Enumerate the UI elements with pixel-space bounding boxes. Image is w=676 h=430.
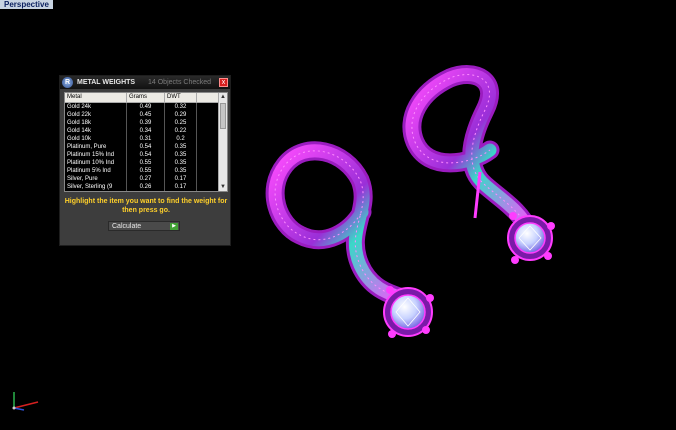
table-row[interactable]: Gold 24k 0.49 0.32 [65, 103, 227, 111]
cell-extra [197, 127, 219, 135]
earring-right-model[interactable] [402, 65, 555, 264]
table-body: Gold 24k 0.49 0.32 Gold 22k 0.45 0.29 Gold 18k… [65, 103, 227, 191]
cell-metal: Silver, Pure [65, 175, 127, 183]
cell-grams: 0.27 [127, 175, 165, 183]
cell-grams: 0.55 [127, 159, 165, 167]
cell-extra [197, 159, 219, 167]
cell-metal: Gold 14k [65, 127, 127, 135]
table-row[interactable]: Silver, Pure 0.27 0.17 [65, 175, 227, 183]
table-row[interactable]: Gold 18k 0.39 0.25 [65, 119, 227, 127]
cell-grams: 0.55 [127, 167, 165, 175]
table-row[interactable]: Gold 14k 0.34 0.22 [65, 127, 227, 135]
viewport-label[interactable]: Perspective [0, 0, 53, 9]
axis-tripod-icon [12, 392, 39, 411]
cell-dwt: 0.32 [165, 103, 197, 111]
column-header-grams[interactable]: Grams [127, 93, 165, 102]
calculate-label: Calculate [112, 223, 142, 230]
cell-grams: 0.39 [127, 119, 165, 127]
panel-title: METAL WEIGHTS [77, 79, 136, 86]
table-row[interactable]: Platinum 10% Ind 0.55 0.35 [65, 159, 227, 167]
scroll-up-icon[interactable]: ▲ [219, 93, 227, 101]
close-icon[interactable]: x [219, 78, 228, 87]
cell-metal: Platinum, Pure [65, 143, 127, 151]
table-scrollbar[interactable]: ▲ ▼ [218, 93, 227, 191]
table-header: Metal Grams DWT [65, 93, 227, 103]
cell-dwt: 0.22 [165, 127, 197, 135]
table-row[interactable]: Platinum 5% Ind 0.55 0.35 [65, 167, 227, 175]
cell-extra [197, 167, 219, 175]
objects-checked-status: 14 Objects Checked [148, 79, 212, 86]
table-row[interactable]: Platinum 15% Ind 0.54 0.35 [65, 151, 227, 159]
panel-title-bar[interactable]: R METAL WEIGHTS 14 Objects Checked x [60, 76, 230, 89]
cell-extra [197, 135, 219, 143]
cell-extra [197, 175, 219, 183]
scroll-thumb[interactable] [220, 103, 226, 129]
cell-metal: Gold 22k [65, 111, 127, 119]
table-row[interactable]: Gold 22k 0.45 0.29 [65, 111, 227, 119]
cell-grams: 0.54 [127, 151, 165, 159]
cell-dwt: 0.35 [165, 151, 197, 159]
cell-metal: Silver, Sterling (9 [65, 183, 127, 191]
column-header-metal[interactable]: Metal [65, 93, 127, 102]
cell-metal: Platinum 15% Ind [65, 151, 127, 159]
cell-dwt: 0.29 [165, 111, 197, 119]
metal-weights-panel: R METAL WEIGHTS 14 Objects Checked x Met… [59, 75, 231, 246]
cell-extra [197, 151, 219, 159]
cell-extra [197, 103, 219, 111]
cell-grams: 0.31 [127, 135, 165, 143]
rhino-logo-icon: R [62, 77, 73, 88]
cell-dwt: 0.35 [165, 143, 197, 151]
cell-dwt: 0.25 [165, 119, 197, 127]
table-row[interactable]: Platinum, Pure 0.54 0.35 [65, 143, 227, 151]
cell-grams: 0.54 [127, 143, 165, 151]
cell-dwt: 0.17 [165, 175, 197, 183]
cell-dwt: 0.17 [165, 183, 197, 191]
cell-metal: Gold 10k [65, 135, 127, 143]
cell-metal: Platinum 5% Ind [65, 167, 127, 175]
cell-dwt: 0.35 [165, 159, 197, 167]
cell-dwt: 0.35 [165, 167, 197, 175]
table-row[interactable]: Silver, Sterling (9 0.26 0.17 [65, 183, 227, 191]
cell-grams: 0.45 [127, 111, 165, 119]
play-arrow-icon[interactable]: ▶ [170, 223, 178, 230]
cell-metal: Gold 18k [65, 119, 127, 127]
table-row[interactable]: Gold 10k 0.31 0.2 [65, 135, 227, 143]
earring-left-model[interactable] [265, 141, 434, 338]
cell-extra [197, 119, 219, 127]
instruction-text: Highlight the item you want to find the … [64, 198, 228, 214]
column-header-dwt[interactable]: DWT [165, 93, 197, 102]
cell-grams: 0.26 [127, 183, 165, 191]
calculate-button[interactable]: Calculate ▶ [108, 221, 180, 231]
cell-extra [197, 143, 219, 151]
cell-dwt: 0.2 [165, 135, 197, 143]
cell-metal: Platinum 10% Ind [65, 159, 127, 167]
cell-grams: 0.34 [127, 127, 165, 135]
scroll-down-icon[interactable]: ▼ [219, 183, 227, 191]
cell-metal: Gold 24k [65, 103, 127, 111]
cell-extra [197, 111, 219, 119]
metal-table[interactable]: Metal Grams DWT Gold 24k 0.49 0.32 Gold 22k… [64, 92, 228, 192]
cell-grams: 0.49 [127, 103, 165, 111]
column-header-extra [197, 93, 219, 102]
cell-extra [197, 183, 219, 191]
